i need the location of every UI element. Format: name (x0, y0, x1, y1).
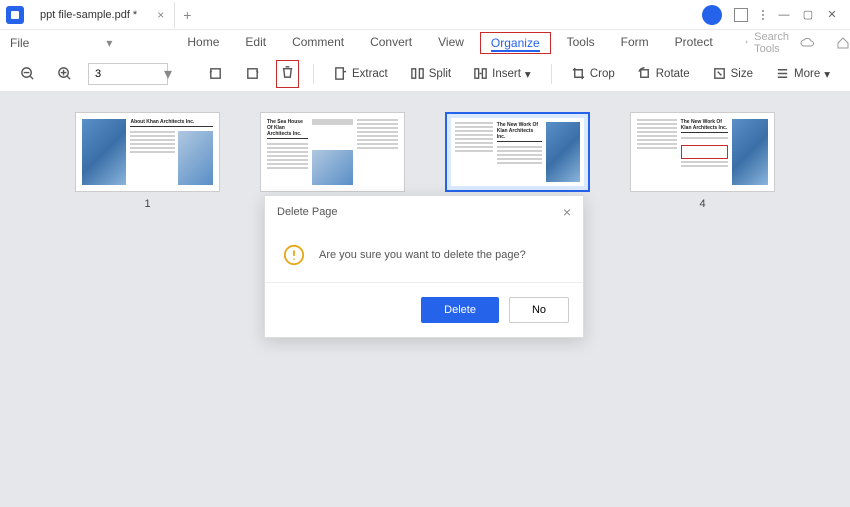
rotate-right-button[interactable] (239, 62, 266, 85)
tab-home[interactable]: Home (177, 32, 229, 54)
cloud-icon[interactable] (799, 35, 815, 51)
file-menu[interactable]: File (10, 36, 29, 50)
organize-toolbar: ▾ Extract Split Insert ▾ Crop Rotate Siz… (0, 56, 850, 92)
search-tools[interactable]: Search Tools (743, 31, 794, 55)
tab-protect[interactable]: Protect (665, 32, 723, 54)
annotation-highlight (681, 145, 729, 159)
tab-organize[interactable]: Organize (480, 32, 551, 54)
extract-button[interactable]: Extract (327, 62, 394, 85)
new-tab-button[interactable]: + (183, 7, 191, 23)
tab-view[interactable]: View (428, 32, 474, 54)
tab-convert[interactable]: Convert (360, 32, 422, 54)
dialog-close-icon[interactable]: × (563, 204, 571, 220)
zoom-out-button[interactable] (14, 62, 41, 85)
split-button[interactable]: Split (404, 62, 457, 85)
rotate-button[interactable]: Rotate (631, 62, 696, 85)
delete-page-button[interactable] (276, 60, 299, 88)
size-button[interactable]: Size (706, 62, 759, 85)
page-dropdown-icon[interactable]: ▾ (160, 66, 176, 82)
delete-confirm-button[interactable]: Delete (421, 297, 499, 323)
insert-button[interactable]: Insert ▾ (467, 62, 537, 85)
title-action-icon[interactable] (734, 8, 748, 22)
more-options-icon[interactable] (762, 10, 764, 20)
page-thumbnail-3[interactable]: The New Work Of Klan Architects Inc. (445, 112, 590, 192)
tab-close-icon[interactable]: × (157, 8, 164, 22)
zoom-in-button[interactable] (51, 62, 78, 85)
page-thumbnail-4[interactable]: The New Work Of Klan Architects Inc. (630, 112, 775, 192)
tab-edit[interactable]: Edit (235, 32, 276, 54)
titlebar: ppt file-sample.pdf * × + — ▢ ✕ (0, 0, 850, 30)
page-thumbnail-2[interactable]: The Sea House Of Klan Architects Inc. (260, 112, 405, 192)
page-thumbnail-1[interactable]: About Khan Architects Inc. (75, 112, 220, 192)
save-dropdown-icon[interactable]: ▾ (106, 35, 112, 51)
maximize-icon[interactable]: ▢ (796, 3, 820, 27)
main-menu-tabs: Home Edit Comment Convert View Organize … (177, 32, 722, 54)
warning-icon (283, 244, 305, 266)
tab-tools[interactable]: Tools (557, 32, 605, 54)
thumb-label-4: 4 (699, 198, 705, 210)
dialog-title: Delete Page (277, 206, 338, 218)
minimize-icon[interactable]: — (772, 3, 796, 27)
page-number-input[interactable] (88, 63, 168, 85)
close-window-icon[interactable]: ✕ (820, 3, 844, 27)
document-tab[interactable]: ppt file-sample.pdf * × (30, 2, 175, 28)
thumb-label-1: 1 (144, 198, 150, 210)
rotate-left-button[interactable] (202, 62, 229, 85)
tab-comment[interactable]: Comment (282, 32, 354, 54)
app-icon (6, 6, 24, 24)
tab-form[interactable]: Form (611, 32, 659, 54)
home-icon[interactable] (835, 35, 850, 51)
no-button[interactable]: No (509, 297, 569, 323)
tab-filename: ppt file-sample.pdf * (40, 9, 137, 21)
search-placeholder: Search Tools (754, 31, 793, 55)
user-avatar-icon[interactable] (702, 5, 722, 25)
menubar: File ▾ Home Edit Comment Convert View Or… (0, 30, 850, 56)
more-button[interactable]: More ▾ (769, 62, 836, 85)
crop-button[interactable]: Crop (565, 62, 621, 85)
sparkle-icon (743, 37, 750, 49)
dialog-message: Are you sure you want to delete the page… (319, 249, 526, 261)
delete-page-dialog: Delete Page × Are you sure you want to d… (264, 195, 584, 338)
